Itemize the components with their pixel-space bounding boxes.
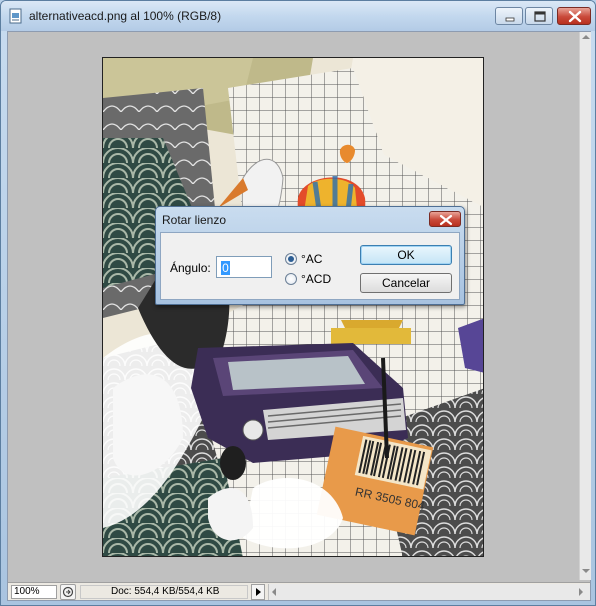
radio-acd-label[interactable]: °ACD	[301, 272, 331, 286]
dialog-close-button[interactable]	[429, 211, 461, 227]
document-size-info: Doc: 554,4 KB/554,4 KB	[80, 585, 248, 599]
status-menu-button[interactable]	[60, 584, 76, 600]
document-icon	[8, 8, 24, 24]
radio-ac-label[interactable]: °AC	[301, 252, 322, 266]
cancel-button[interactable]: Cancelar	[360, 273, 452, 293]
close-icon	[439, 214, 453, 226]
angle-label: Ángulo:	[170, 261, 211, 275]
status-bar: 100% Doc: 554,4 KB/554,4 KB	[8, 582, 590, 600]
close-icon	[568, 10, 582, 23]
play-arrow-icon[interactable]	[251, 584, 265, 600]
scroll-up-arrow-icon[interactable]	[582, 35, 590, 39]
radio-ac[interactable]	[285, 253, 297, 265]
dialog-title: Rotar lienzo	[162, 213, 227, 227]
image-canvas[interactable]: RR 3505 804	[102, 57, 484, 557]
vertical-scrollbar[interactable]	[579, 32, 591, 580]
photoshop-document-window: alternativeacd.png al 100% (RGB/8) RR 35…	[0, 0, 596, 606]
zoom-level-field[interactable]: 100%	[11, 585, 57, 599]
collage-image: RR 3505 804	[103, 58, 483, 556]
scroll-down-arrow-icon[interactable]	[582, 569, 590, 573]
angle-input-selection: 0	[221, 261, 230, 275]
window-title: alternativeacd.png al 100% (RGB/8)	[29, 9, 222, 23]
dialog-body: Ángulo: 0 °AC °ACD OK Cancelar	[160, 232, 460, 300]
rotate-canvas-dialog: Rotar lienzo Ángulo: 0 °AC °ACD OK Cance…	[155, 206, 465, 305]
close-button[interactable]	[557, 7, 591, 25]
document-client-area: RR 3505 804 100% Doc: 554,4 KB/554,4 KB	[7, 31, 591, 601]
status-menu-icon	[62, 586, 74, 598]
ok-button[interactable]: OK	[360, 245, 452, 265]
scroll-left-arrow-icon[interactable]	[272, 588, 276, 596]
maximize-icon	[534, 11, 546, 22]
minimize-icon	[505, 17, 515, 22]
minimize-button[interactable]	[495, 7, 523, 25]
horizontal-scrollbar[interactable]	[268, 584, 590, 600]
title-bar[interactable]: alternativeacd.png al 100% (RGB/8)	[1, 1, 595, 31]
scroll-right-arrow-icon[interactable]	[579, 588, 583, 596]
radio-acd[interactable]	[285, 273, 297, 285]
maximize-button[interactable]	[525, 7, 553, 25]
